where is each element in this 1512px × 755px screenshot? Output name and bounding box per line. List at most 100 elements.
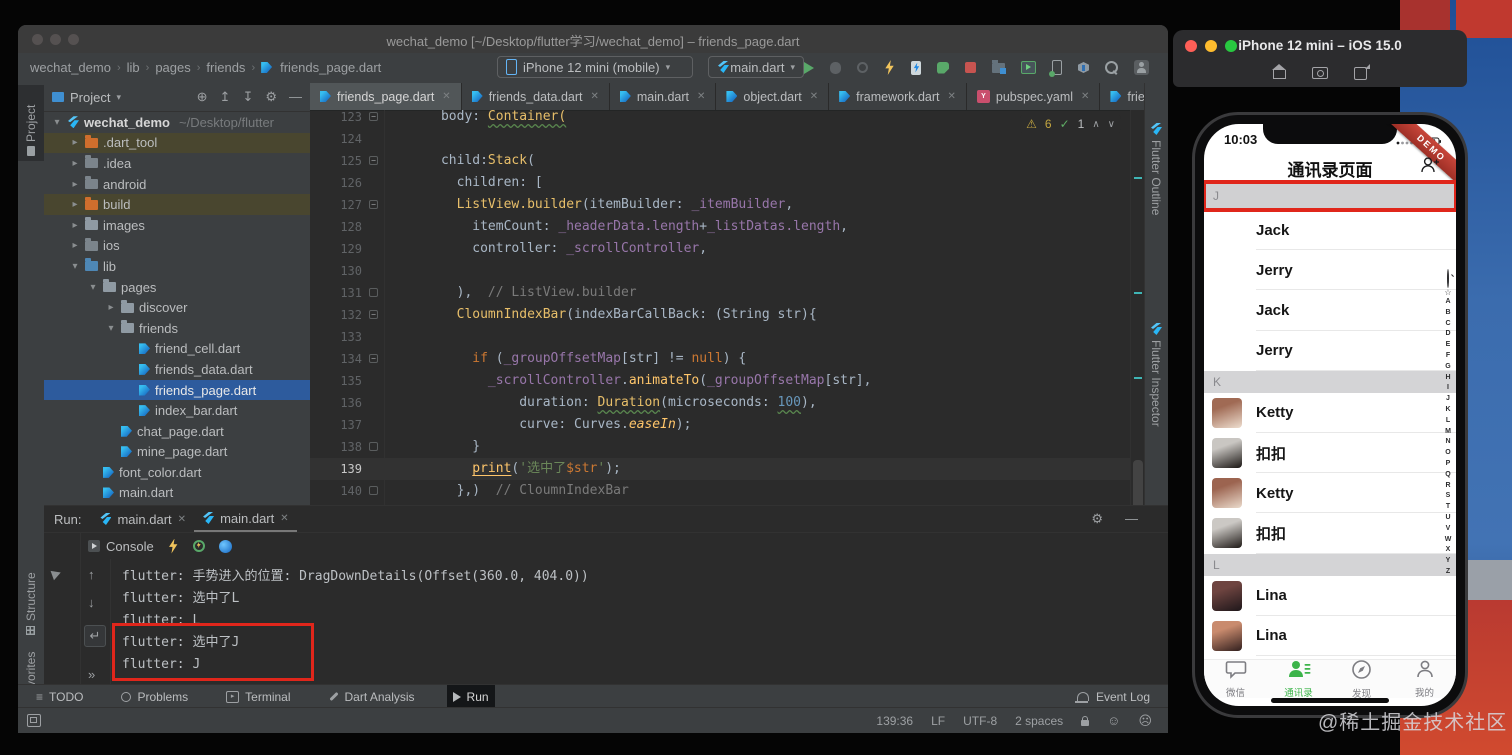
index-letter-M[interactable]: M	[1442, 427, 1454, 438]
index-letter-A[interactable]: A	[1442, 297, 1454, 308]
index-letter-H[interactable]: H	[1442, 373, 1454, 384]
tree-item-friend_cell.dart[interactable]: friend_cell.dart	[44, 339, 310, 360]
index-letter-S[interactable]: S	[1442, 491, 1454, 502]
contact-row[interactable]: 扣扣	[1204, 432, 1456, 474]
index-search-icon[interactable]	[1447, 269, 1449, 288]
close-tab-icon[interactable]: ✕	[697, 91, 705, 102]
run-tab-1[interactable]: main.dart ✕	[194, 506, 297, 532]
tree-chevron-icon[interactable]: ▸	[70, 240, 80, 251]
add-friend-button[interactable]	[1420, 156, 1440, 179]
run-config-selector[interactable]: main.dart ▾	[708, 56, 804, 78]
index-letter-Z[interactable]: Z	[1442, 567, 1454, 578]
close-tab-icon[interactable]: ✕	[1081, 91, 1089, 102]
close-tab-icon[interactable]: ✕	[442, 91, 450, 102]
tool-button-terminal[interactable]: ▸ Terminal	[220, 685, 296, 708]
contact-row[interactable]: Ketty	[1204, 392, 1456, 434]
rotate-button[interactable]	[1354, 64, 1370, 80]
hot-restart-button[interactable]	[911, 60, 921, 75]
sad-face-icon[interactable]: ☹	[1138, 713, 1152, 729]
tree-item-wechat_demo[interactable]: ▾ wechat_demo ~/Desktop/flutter	[44, 112, 310, 133]
collapse-all-button[interactable]: ↧	[242, 89, 253, 105]
tree-chevron-icon[interactable]: ▾	[70, 261, 80, 272]
tree-chevron-icon[interactable]: ▸	[70, 220, 80, 231]
error-stripe-scrollbar[interactable]	[1130, 110, 1145, 505]
next-problem-button[interactable]: ∨	[1108, 119, 1115, 130]
contact-row[interactable]: Lina	[1204, 575, 1456, 616]
code-line-131[interactable]: 131 ), // ListView.builder	[310, 282, 1131, 304]
tree-chevron-icon[interactable]: ▸	[70, 158, 80, 169]
next-occurrence-button[interactable]: ↓	[88, 595, 95, 610]
index-bar[interactable]: ☆ A B C D E F G H I J K L M N O P Q R S T U V W X Y Z	[1442, 269, 1454, 578]
fold-marker-icon[interactable]: −	[369, 156, 378, 165]
index-letter-L[interactable]: L	[1442, 416, 1454, 427]
tree-chevron-icon[interactable]: ▾	[52, 117, 62, 128]
console-tab[interactable]: Console	[88, 539, 154, 554]
code-line-125[interactable]: 125− child:Stack(	[310, 150, 1131, 172]
debug-button[interactable]	[830, 61, 841, 74]
logcat-button[interactable]	[1021, 61, 1036, 74]
screenshot-button[interactable]	[1312, 67, 1328, 79]
prev-occurrence-button[interactable]: ↑	[88, 567, 95, 582]
pin-tab-button[interactable]	[50, 567, 63, 581]
tree-item-pages[interactable]: ▾ pages	[44, 277, 310, 298]
index-letter-E[interactable]: E	[1442, 340, 1454, 351]
device-manager-button[interactable]	[1049, 60, 1062, 77]
fold-marker-icon[interactable]: −	[369, 354, 378, 363]
simulator-titlebar[interactable]: iPhone 12 mini – iOS 15.0	[1173, 30, 1467, 87]
index-letter-Q[interactable]: Q	[1442, 470, 1454, 481]
index-letter-W[interactable]: W	[1442, 535, 1454, 546]
tool-button-problems[interactable]: Problems	[115, 685, 194, 708]
project-panel-title[interactable]: Project ▾	[52, 90, 121, 105]
tool-tab-flutter-inspector[interactable]: Flutter Inspector	[1149, 323, 1163, 427]
code-line-134[interactable]: 134− if (_groupOffsetMap[str] != null) {	[310, 348, 1131, 370]
home-button[interactable]	[1272, 64, 1286, 79]
tree-chevron-icon[interactable]: ▸	[70, 199, 80, 210]
close-tab-icon[interactable]: ✕	[280, 513, 288, 524]
tree-item-discover[interactable]: ▸ discover	[44, 297, 310, 318]
tool-button-run[interactable]: Run	[446, 685, 495, 708]
scrollbar-thumb[interactable]	[1133, 460, 1143, 505]
code-line-139[interactable]: 139 print('选中了$str');	[310, 458, 1131, 480]
tree-item-.dart_tool[interactable]: ▸ .dart_tool	[44, 132, 310, 154]
tree-item-build[interactable]: ▸ build	[44, 194, 310, 215]
code-line-126[interactable]: 126 children: [	[310, 172, 1131, 194]
tree-item-friends_page.dart[interactable]: friends_page.dart	[44, 379, 310, 401]
tree-item-font_color.dart[interactable]: font_color.dart	[44, 462, 310, 483]
tree-item-index_bar.dart[interactable]: index_bar.dart	[44, 400, 310, 421]
contact-row[interactable]: Jack	[1204, 290, 1456, 331]
home-indicator[interactable]	[1271, 698, 1389, 703]
tree-chevron-icon[interactable]: ▾	[88, 282, 98, 293]
run-tab-0[interactable]: main.dart ✕	[91, 506, 194, 532]
tree-item-chat_page.dart[interactable]: chat_page.dart	[44, 421, 310, 442]
tool-button-todo[interactable]: ≡ TODO	[30, 685, 89, 708]
index-letter-G[interactable]: G	[1442, 362, 1454, 373]
editor-tab-friends_page.dart[interactable]: friends_page.dart ✕	[310, 83, 462, 110]
hot-reload-button[interactable]	[169, 538, 178, 554]
fold-marker-icon[interactable]: −	[369, 200, 378, 209]
tree-item-lib[interactable]: ▾ lib	[44, 256, 310, 277]
code-line-128[interactable]: 128 itemCount: _headerData.length+_listD…	[310, 216, 1131, 238]
hot-reload-button[interactable]	[885, 60, 894, 75]
breadcrumb-item[interactable]: pages	[155, 60, 190, 75]
tool-tab-flutter-outline[interactable]: Flutter Outline	[1149, 123, 1163, 215]
fold-marker-icon[interactable]: −	[369, 112, 378, 121]
ide-titlebar[interactable]: wechat_demo [~/Desktop/flutter学习/wechat_…	[18, 25, 1168, 54]
fold-marker-icon[interactable]	[369, 288, 378, 297]
file-encoding[interactable]: UTF-8	[963, 714, 997, 728]
tool-tab-structure[interactable]: Structure	[18, 551, 44, 641]
index-letter-U[interactable]: U	[1442, 513, 1454, 524]
tree-item-ios[interactable]: ▸ ios	[44, 236, 310, 257]
more-button[interactable]: »	[88, 667, 95, 682]
index-letter-R[interactable]: R	[1442, 481, 1454, 492]
contact-list[interactable]: J Jack Jerry Jack Jerry K Ketty 扣扣 Ketty 扣扣 L Lina L…	[1204, 182, 1456, 656]
breadcrumb-item[interactable]: lib	[127, 60, 140, 75]
index-letter-D[interactable]: D	[1442, 329, 1454, 340]
inspections-widget[interactable]: ⚠ 6 ✓ 1 ∧ ∨	[1020, 115, 1121, 133]
tree-item-.idea[interactable]: ▸ .idea	[44, 153, 310, 174]
index-letter-J[interactable]: J	[1442, 394, 1454, 405]
line-separator[interactable]: LF	[931, 714, 945, 728]
device-selector[interactable]: iPhone 12 mini (mobile) ▾	[497, 56, 693, 78]
expand-all-button[interactable]: ↥	[220, 89, 231, 105]
hot-restart-button[interactable]	[192, 540, 205, 552]
code-line-135[interactable]: 135 _scrollController.animateTo(_groupOf…	[310, 370, 1131, 392]
